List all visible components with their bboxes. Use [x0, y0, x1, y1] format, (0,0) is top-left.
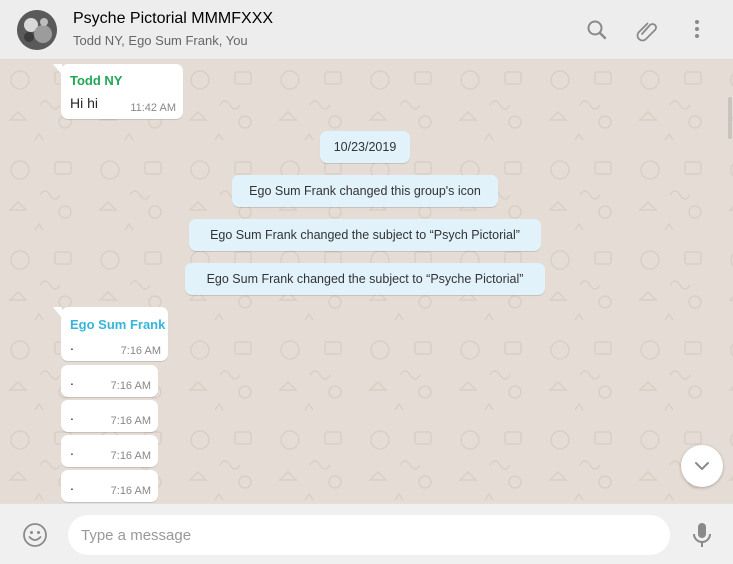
- bubble-tail: [53, 307, 62, 318]
- message-text: .: [70, 372, 74, 388]
- message-text: Hi hi: [70, 95, 99, 111]
- composer-bar: [0, 503, 733, 564]
- scroll-down-button[interactable]: [681, 445, 723, 487]
- message-time: 7:16 AM: [110, 450, 151, 462]
- message-bubble[interactable]: . 7:16 AM: [61, 470, 158, 502]
- message-bubble[interactable]: . 7:16 AM: [61, 435, 158, 467]
- emoji-icon[interactable]: [22, 522, 48, 548]
- message-bubble-frank[interactable]: Ego Sum Frank . 7:16 AM: [53, 307, 168, 361]
- message-bubble-todd[interactable]: Todd NY Hi hi 11:42 AM: [53, 64, 183, 119]
- message-time: 7:16 AM: [120, 345, 161, 357]
- search-icon[interactable]: [584, 17, 610, 43]
- chat-participants[interactable]: Todd NY, Ego Sum Frank, You: [73, 33, 248, 48]
- message-text: .: [70, 442, 74, 458]
- message-time: 11:42 AM: [130, 102, 176, 114]
- message-time: 7:16 AM: [110, 380, 151, 392]
- menu-icon[interactable]: [684, 17, 710, 43]
- message-sender[interactable]: Todd NY: [70, 73, 122, 88]
- message-text: .: [70, 337, 74, 353]
- message-text: .: [70, 407, 74, 423]
- microphone-icon[interactable]: [690, 521, 714, 549]
- chat-header: Psyche Pictorial MMMFXXX Todd NY, Ego Su…: [0, 0, 733, 60]
- chevron-down-icon: [695, 462, 709, 470]
- message-sender[interactable]: Ego Sum Frank: [70, 317, 165, 332]
- message-time: 7:16 AM: [110, 415, 151, 427]
- chat-scrollbar[interactable]: [728, 97, 732, 139]
- system-message: Ego Sum Frank changed the subject to “Ps…: [189, 219, 541, 251]
- message-bubble[interactable]: . 7:16 AM: [61, 365, 158, 397]
- message-input[interactable]: [68, 515, 670, 555]
- chat-title[interactable]: Psyche Pictorial MMMFXXX: [73, 10, 273, 28]
- message-bubble[interactable]: . 7:16 AM: [61, 400, 158, 432]
- bubble-tail: [53, 64, 62, 75]
- message-time: 7:16 AM: [110, 485, 151, 497]
- group-avatar[interactable]: [17, 10, 57, 50]
- system-message: Ego Sum Frank changed this group's icon: [232, 175, 498, 207]
- message-text: .: [70, 477, 74, 493]
- chat-panel[interactable]: Todd NY Hi hi 11:42 AM 10/23/2019 Ego Su…: [0, 60, 733, 503]
- attach-icon[interactable]: [634, 17, 660, 43]
- system-message: Ego Sum Frank changed the subject to “Ps…: [185, 263, 545, 295]
- date-chip: 10/23/2019: [320, 131, 410, 163]
